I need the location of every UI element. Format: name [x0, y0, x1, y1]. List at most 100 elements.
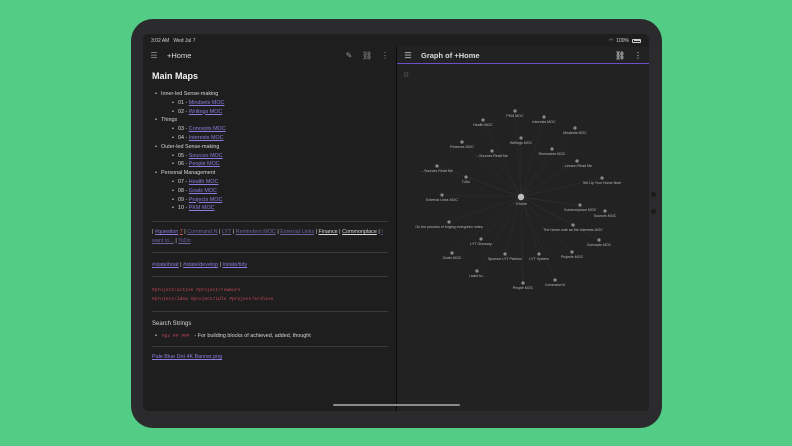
divider: [152, 252, 388, 254]
link-lyt[interactable]: LYT: [222, 229, 231, 235]
graph-node[interactable]: [435, 164, 439, 168]
graph-node-label: LYT System: [529, 257, 548, 261]
graph-node[interactable]: [503, 252, 507, 256]
link-people[interactable]: People MOC: [189, 161, 220, 167]
graph-node-label: Commonplace MOC: [564, 208, 597, 212]
graph-node[interactable]: [481, 118, 485, 122]
link-commonplace[interactable]: Commonplace: [342, 229, 377, 235]
graph-node-label: Health MOC: [473, 123, 493, 127]
graph-node[interactable]: [447, 220, 451, 224]
list-item: 10 - PKM MOC: [161, 204, 388, 213]
graph-node[interactable]: [578, 203, 582, 207]
link-projects[interactable]: Projects MOC: [189, 197, 223, 203]
more-options-icon[interactable]: ⋮: [633, 51, 643, 60]
note-header: ☰ +Home ✎ ⛓ ⋮: [143, 47, 396, 64]
graph-node-label: ...Sources Read Me: [476, 154, 508, 158]
status-bar: 3:02 AM Wed Jul 7 ◠ 100%: [143, 34, 649, 47]
camera-dot: [651, 209, 656, 214]
link-mindsets[interactable]: Mindsets MOC: [189, 100, 225, 106]
list-item: 03 - Concepts MOC: [161, 125, 388, 134]
graph-node-label: Reminders MOC: [539, 152, 566, 156]
graph-node[interactable]: [550, 147, 554, 151]
project-tags: #project/active #project/rowburn #projec…: [152, 286, 388, 304]
graph-node-label: Sponsor LYT Patreon: [488, 257, 522, 261]
graph-node-label: Projects MOC: [561, 255, 584, 259]
graph-node-label: The Home note as the Interests MOC: [543, 228, 603, 232]
link-concepts[interactable]: Concepts MOC: [189, 126, 226, 132]
graph-node-label: LYT Glossary: [470, 242, 492, 246]
graph-view[interactable]: PKM MOC Health MOC Interests MOC Mindsets M…: [397, 65, 649, 411]
link-goals[interactable]: Goals MOC: [189, 188, 217, 194]
sidebar-toggle-icon[interactable]: ☰: [403, 51, 413, 60]
more-options-icon[interactable]: ⋮: [380, 51, 390, 60]
tag-project-archive[interactable]: #project/archive: [229, 297, 273, 302]
tag-state-develop[interactable]: #state/develop: [183, 262, 218, 268]
graph-node[interactable]: [570, 250, 574, 254]
graph-node[interactable]: [440, 193, 444, 197]
list-item: 02 - Writings MOC: [161, 108, 388, 117]
tag-question[interactable]: #question: [155, 229, 178, 235]
graph-node[interactable]: [479, 237, 483, 241]
tag-project-active[interactable]: #project/active: [152, 288, 193, 293]
graph-edge: [448, 196, 522, 223]
graph-node[interactable]: [575, 159, 579, 163]
graph-node[interactable]: [537, 252, 541, 256]
sidebar-toggle-icon[interactable]: ☰: [149, 51, 159, 60]
search-strings-heading: Search Strings: [152, 321, 192, 328]
link-interests[interactable]: Interests MOC: [189, 135, 224, 141]
tag-project-idea[interactable]: #project/idea: [152, 297, 188, 302]
tag-state-tidy[interactable]: #state/tidy: [223, 262, 248, 268]
list-item: 09 - Projects MOC: [161, 196, 388, 205]
link-pkm[interactable]: PKM MOC: [189, 205, 215, 211]
graph-node[interactable]: [571, 223, 575, 227]
graph-edge: [520, 127, 576, 198]
graph-edge: [520, 148, 553, 198]
tag-project-idle[interactable]: #project/idle: [191, 297, 227, 302]
graph-node[interactable]: [464, 175, 468, 179]
graph-node-label: People MOC: [513, 286, 534, 290]
link-writings[interactable]: Writings MOC: [189, 109, 222, 115]
link-external[interactable]: External Links: [280, 229, 314, 235]
item-num: 01 -: [178, 99, 189, 106]
graph-node[interactable]: [542, 115, 546, 119]
link-icon[interactable]: ⛓: [362, 51, 372, 60]
graph-node[interactable]: [573, 126, 577, 130]
link-finance[interactable]: Finance: [318, 229, 337, 235]
battery-icon: [632, 38, 641, 43]
link-icon[interactable]: ⛓: [615, 51, 625, 60]
edit-icon[interactable]: ✎: [344, 51, 354, 60]
link-command-n[interactable]: Command N: [187, 229, 217, 235]
banner-link[interactable]: Pale Blue Dot 4K Banner.png: [152, 354, 222, 360]
graph-node[interactable]: [600, 176, 604, 180]
list-item: 04 - Interests MOC: [161, 134, 388, 143]
graph-node[interactable]: [475, 269, 479, 273]
graph-node-label: On the process of forging evergreen note…: [415, 225, 483, 229]
graph-node[interactable]: [490, 149, 494, 153]
tag-project-rowburn[interactable]: #project/rowburn: [196, 288, 240, 293]
item-num: 10 -: [178, 205, 189, 212]
graph-node[interactable]: [460, 140, 464, 144]
item-num: 07 -: [178, 178, 189, 185]
graph-node-label: Set Up Your Home Note: [583, 181, 621, 185]
main-maps-heading: Main Maps: [152, 71, 199, 81]
graph-node[interactable]: [519, 136, 523, 140]
graph-node[interactable]: [521, 281, 525, 285]
link-health[interactable]: Health MOC: [189, 179, 219, 185]
wifi-icon: ◠: [608, 37, 614, 44]
graph-node-label: Finances MOC: [450, 145, 474, 149]
graph-node[interactable]: [450, 251, 454, 255]
graph-node[interactable]: [603, 209, 607, 213]
link-todo[interactable]: ToDo: [178, 238, 191, 244]
group-label: Personal Management: [161, 170, 216, 177]
graph-node-label: +Home: [515, 202, 527, 206]
list-item: 08 - Goals MOC: [161, 187, 388, 196]
link-sources[interactable]: Sources MOC: [189, 153, 223, 159]
graph-node[interactable]: [513, 109, 517, 113]
camera-dot: [651, 192, 656, 197]
tag-state-boat[interactable]: #state/boat: [152, 262, 179, 268]
graph-node[interactable]: [553, 278, 557, 282]
link-reminders[interactable]: Reminders MOC: [236, 229, 276, 235]
graph-node[interactable]: [517, 193, 525, 201]
graph-node[interactable]: [597, 238, 601, 242]
list-item: 01 - Mindsets MOC: [161, 99, 388, 108]
